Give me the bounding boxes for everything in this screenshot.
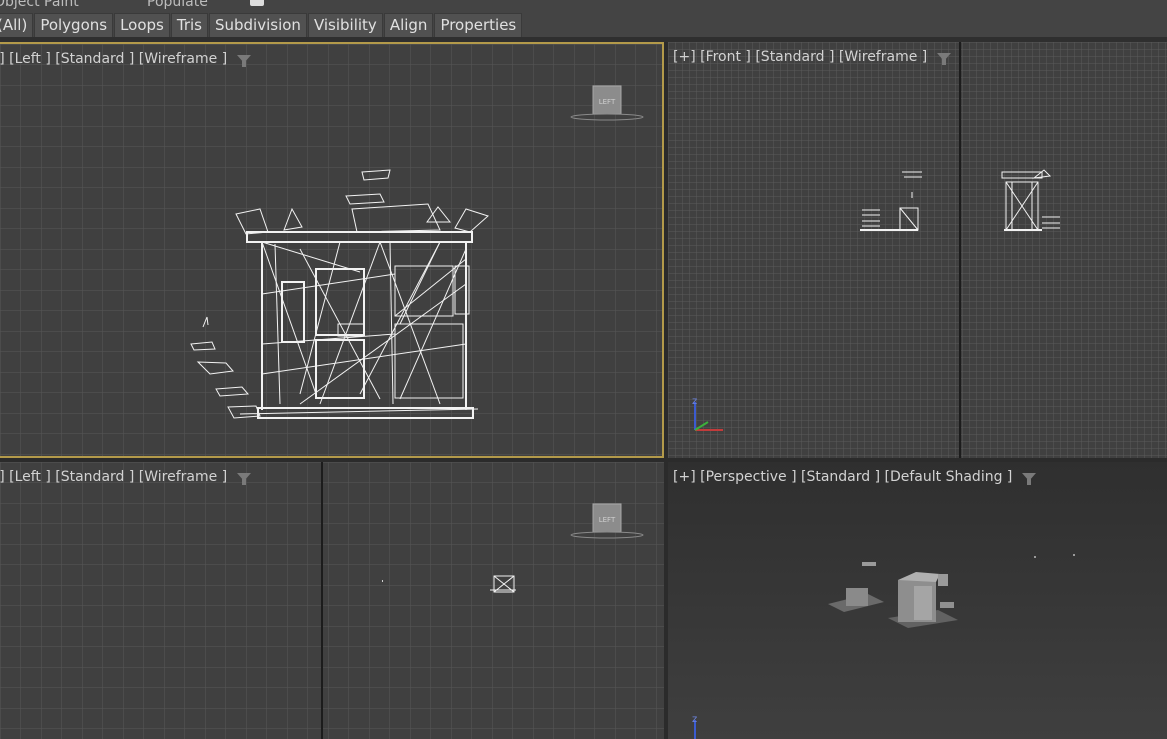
viewport-left-bottom[interactable]: LEFT [+] [Left ] [Standard ] [Wireframe … <box>0 462 664 739</box>
viewport-label-front[interactable]: [+] [Front ] [Standard ] [Wireframe ] <box>673 49 952 65</box>
modeling-ribbon-tabs: (All) Polygons Loops Tris Subdivision Vi… <box>0 12 1167 37</box>
svg-text:z: z <box>692 396 697 407</box>
populate-label[interactable]: Populate <box>147 0 208 10</box>
tab-polygons[interactable]: Polygons <box>34 13 114 37</box>
svg-text:LEFT: LEFT <box>599 98 616 106</box>
viewport-perspective[interactable]: z [+] [Perspective ] [Standard ] [Defaul… <box>668 462 1167 739</box>
grid-left-bottom: LEFT <box>0 462 664 739</box>
tab-subdivision[interactable]: Subdivision <box>208 13 307 37</box>
viewport-left-top[interactable]: LEFT [+] [Left ] [Standard ] [Wireframe … <box>0 42 664 458</box>
shaded-objects <box>828 562 958 628</box>
tab-loops[interactable]: Loops <box>114 13 170 37</box>
tab-align[interactable]: Align <box>383 13 434 37</box>
viewport-label-left-bottom[interactable]: [+] [Left ] [Standard ] [Wireframe ] <box>0 469 252 485</box>
object-paint-label[interactable]: Object Paint <box>0 0 79 10</box>
filter-icon[interactable] <box>1022 473 1037 485</box>
ribbon-top-strip: Object Paint Populate <box>0 0 1167 12</box>
viewport-front[interactable]: z [+] [Front ] [Standard ] [Wireframe ] <box>668 42 1167 458</box>
viewport-label-perspective[interactable]: [+] [Perspective ] [Standard ] [Default … <box>673 469 1037 485</box>
filter-icon[interactable] <box>237 55 252 67</box>
tab-properties[interactable]: Properties <box>434 13 523 37</box>
filter-icon[interactable] <box>237 473 252 485</box>
tab-all[interactable]: (All) <box>0 13 34 37</box>
svg-text:z: z <box>692 714 697 725</box>
filter-icon[interactable] <box>937 53 952 65</box>
tab-tris[interactable]: Tris <box>170 13 208 37</box>
perspective-scene: z <box>692 554 1075 739</box>
grid-left-top: LEFT <box>0 44 662 456</box>
axis-gizmo-icon: z <box>692 714 697 739</box>
viewport-label-left-top[interactable]: [+] [Left ] [Standard ] [Wireframe ] <box>0 51 252 67</box>
dropdown-icon[interactable] <box>250 0 264 6</box>
svg-text:LEFT: LEFT <box>599 516 616 524</box>
grid-front: z <box>668 42 1167 458</box>
tab-visibility[interactable]: Visibility <box>307 13 383 37</box>
